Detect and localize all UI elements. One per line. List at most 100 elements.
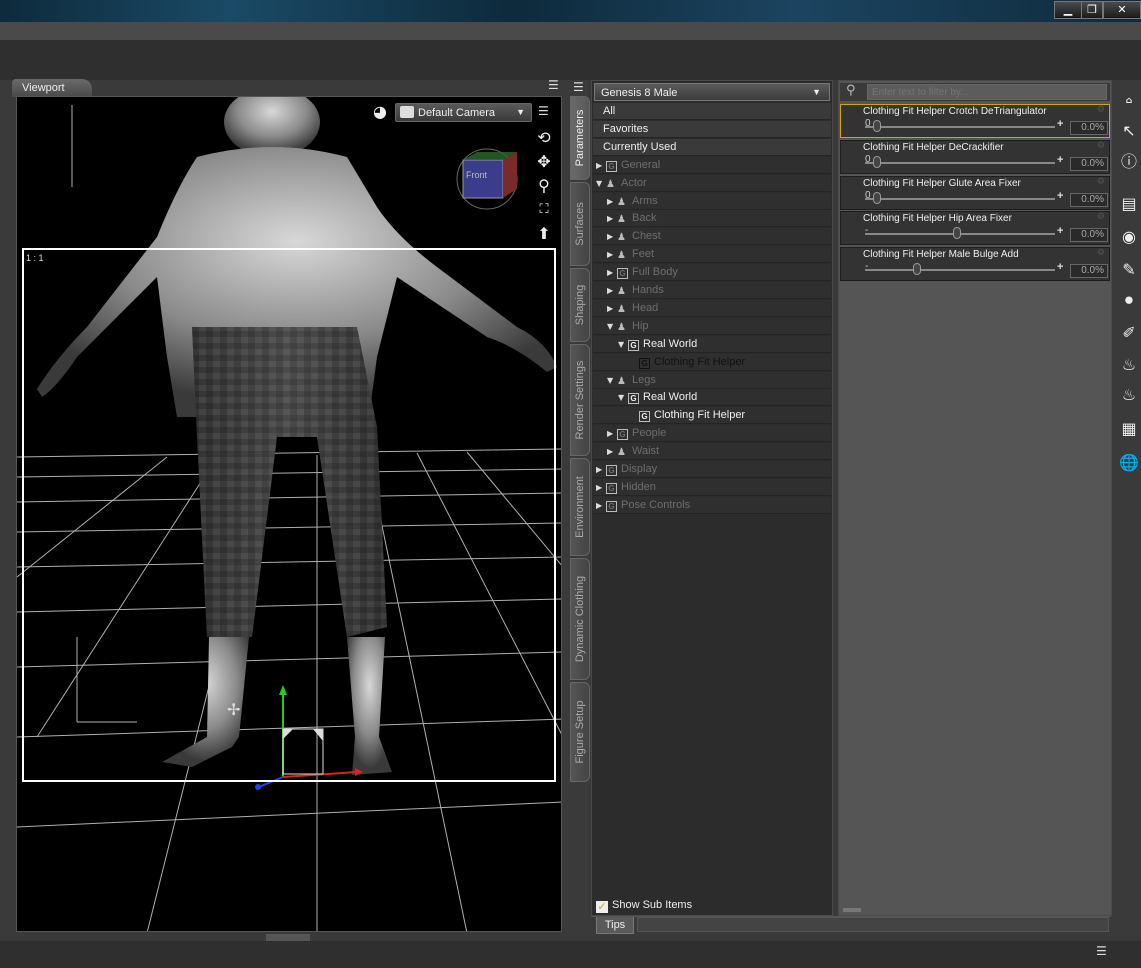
gear-icon[interactable]: ⚙ xyxy=(1097,212,1105,222)
slider-row[interactable]: Clothing Fit Helper Glute Area Fixer ⚙ 0 +0… xyxy=(840,175,1110,210)
slider-value[interactable]: 0.0% xyxy=(1070,192,1108,207)
help-icon[interactable]: ⓘ xyxy=(1118,151,1140,173)
tree-item-all[interactable]: All xyxy=(593,103,831,120)
panel-icon[interactable]: ▤ xyxy=(1118,193,1140,215)
expanded-arrow-icon[interactable]: ▼ xyxy=(618,336,628,353)
tree-item[interactable]: ▼ G Real World xyxy=(593,335,831,353)
close-button[interactable]: ✕ xyxy=(1103,1,1141,19)
collapsed-arrow-icon[interactable]: ▶ xyxy=(596,497,606,514)
tree-item[interactable]: ▶ ♟ Arms xyxy=(593,192,831,210)
collapsed-arrow-icon[interactable]: ▶ xyxy=(607,246,617,263)
node-icon[interactable]: ⚫ xyxy=(1118,290,1140,312)
slider-track[interactable] xyxy=(865,126,1055,128)
tree-item[interactable]: ▼ G Real World xyxy=(593,389,831,407)
tab-figure-setup[interactable]: Figure Setup xyxy=(570,682,590,782)
filter-input[interactable] xyxy=(867,84,1107,100)
tree-item[interactable]: ▶ G People xyxy=(593,425,831,443)
tree-item[interactable]: ▶ G Display xyxy=(593,461,831,478)
slider-value[interactable]: 0.0% xyxy=(1070,228,1108,243)
show-sub-items-checkbox[interactable]: ✓ Show Sub Items xyxy=(596,899,692,913)
tree-item[interactable]: G Clothing Fit Helper xyxy=(593,353,831,371)
viewport-canvas[interactable]: ✢ xyxy=(16,96,562,932)
gear-icon[interactable]: ⚙ xyxy=(1097,177,1105,187)
status-menu-icon[interactable]: ☰ xyxy=(1096,944,1107,958)
slider-track[interactable] xyxy=(865,269,1055,272)
increment-button[interactable]: + xyxy=(1057,225,1063,237)
tree-item[interactable]: ▼ ♟ Hip xyxy=(593,317,831,335)
joint-edit-icon[interactable]: ✐ xyxy=(1118,322,1140,344)
collapsed-arrow-icon[interactable]: ▶ xyxy=(607,264,617,281)
figure-tool-icon[interactable]: ♨ xyxy=(1118,354,1140,376)
tree-item[interactable]: G Clothing Fit Helper xyxy=(593,407,831,425)
tab-dynamic-clothing[interactable]: Dynamic Clothing xyxy=(570,558,590,680)
slider-handle[interactable] xyxy=(953,227,961,240)
gauge-icon[interactable]: ◉ xyxy=(1118,226,1140,248)
slider-value[interactable]: 0.0% xyxy=(1070,264,1108,279)
slider-track[interactable] xyxy=(865,161,1055,164)
slider-track[interactable] xyxy=(865,197,1055,200)
tree-item[interactable]: ▶ ♟ Back xyxy=(593,210,831,228)
pane-menu-icon[interactable]: ☰ xyxy=(573,80,584,94)
view-cube-label[interactable]: Front xyxy=(466,170,487,180)
pose-icon[interactable]: ✎ xyxy=(1118,259,1140,281)
tree-item[interactable]: ▶ G Pose Controls xyxy=(593,496,831,514)
pan-icon[interactable]: ✥ xyxy=(534,152,554,172)
slider-value[interactable]: 0.0% xyxy=(1070,121,1108,135)
gear-icon[interactable]: ⚙ xyxy=(1097,248,1105,258)
camera-select[interactable]: Default Camera ▼ xyxy=(395,103,532,122)
zoom-icon[interactable]: ⚲ xyxy=(534,176,554,196)
slider-row[interactable]: Clothing Fit Helper DeCrackifier ⚙ 0 +0.0% xyxy=(840,139,1110,174)
tab-environment[interactable]: Environment xyxy=(570,458,590,556)
splitter-handle[interactable] xyxy=(266,934,310,941)
tree-item[interactable]: ▶ ♟ Head xyxy=(593,299,831,317)
tab-surfaces[interactable]: Surfaces xyxy=(570,182,590,266)
collapsed-arrow-icon[interactable]: ▶ xyxy=(607,193,617,210)
tree-item[interactable]: ▶ G General xyxy=(593,156,831,174)
tab-tips[interactable]: Tips xyxy=(596,917,634,934)
increment-button[interactable]: + xyxy=(1057,118,1063,130)
tree-item[interactable]: ▶ ♟ Hands xyxy=(593,282,831,299)
viewport-tab[interactable]: Viewport xyxy=(12,79,92,97)
splitter-handle[interactable] xyxy=(843,908,861,912)
collapsed-arrow-icon[interactable]: ▶ xyxy=(607,425,617,442)
figure-select[interactable]: Genesis 8 Male ▼ xyxy=(594,83,830,101)
viewport-options-icon[interactable]: ☰ xyxy=(538,104,549,118)
gear-icon[interactable]: ⚙ xyxy=(1097,141,1105,151)
slider-handle[interactable] xyxy=(913,263,921,276)
figure-tool-2-icon[interactable]: ♨ xyxy=(1118,384,1140,406)
slider-row[interactable]: Clothing Fit Helper Crotch DeTriangulato… xyxy=(840,104,1110,138)
collapsed-arrow-icon[interactable]: ▶ xyxy=(596,461,606,478)
minimize-button[interactable]: ▁ xyxy=(1054,1,1082,19)
reset-view-icon[interactable]: ⬆ xyxy=(534,224,554,244)
tree-item[interactable]: ▶ G Full Body xyxy=(593,264,831,282)
slider-row[interactable]: Clothing Fit Helper Male Bulge Add ⚙ - +0.0… xyxy=(840,247,1110,282)
viewport-menu-icon[interactable]: ☰ xyxy=(548,78,559,92)
tree-item[interactable]: ▼ ♟ Legs xyxy=(593,371,831,389)
tree-item-favorites[interactable]: Favorites xyxy=(593,120,831,138)
collapsed-arrow-icon[interactable]: ▶ xyxy=(607,300,617,317)
collapsed-arrow-icon[interactable]: ▶ xyxy=(596,157,606,174)
orbit-icon[interactable]: ⟲ xyxy=(534,128,554,148)
increment-button[interactable]: + xyxy=(1057,190,1063,202)
whats-this-icon[interactable]: ↖ xyxy=(1118,120,1140,142)
increment-button[interactable]: + xyxy=(1057,261,1063,273)
collapsed-arrow-icon[interactable]: ▶ xyxy=(607,443,617,460)
tree-item[interactable]: ▶ ♟ Feet xyxy=(593,246,831,264)
slider-row[interactable]: Clothing Fit Helper Hip Area Fixer ⚙ - +0.0… xyxy=(840,211,1110,246)
collapsed-arrow-icon[interactable]: ▶ xyxy=(607,282,617,299)
collapsed-arrow-icon[interactable]: ▶ xyxy=(607,210,617,227)
draw-style-icon[interactable]: ◕ xyxy=(370,102,390,122)
tab-shaping[interactable]: Shaping xyxy=(570,268,590,342)
tab-parameters[interactable]: Parameters xyxy=(570,96,590,180)
tree-item[interactable]: ▶ G Hidden xyxy=(593,478,831,496)
restore-button[interactable]: ❐ xyxy=(1081,1,1103,19)
tree-item[interactable]: ▶ ♟ Waist xyxy=(593,443,831,461)
home-icon[interactable]: ⌂ xyxy=(1118,90,1140,112)
grid-tool-icon[interactable]: ▦ xyxy=(1118,418,1140,440)
tree-item-currently-used[interactable]: Currently Used xyxy=(593,138,831,156)
frame-icon[interactable]: ⛶ xyxy=(534,200,554,220)
increment-button[interactable]: + xyxy=(1057,154,1063,166)
slider-handle[interactable] xyxy=(873,191,881,204)
tree-item[interactable]: ▼ ♟ Actor xyxy=(593,174,831,192)
globe-icon[interactable]: 🌐 xyxy=(1118,452,1140,474)
